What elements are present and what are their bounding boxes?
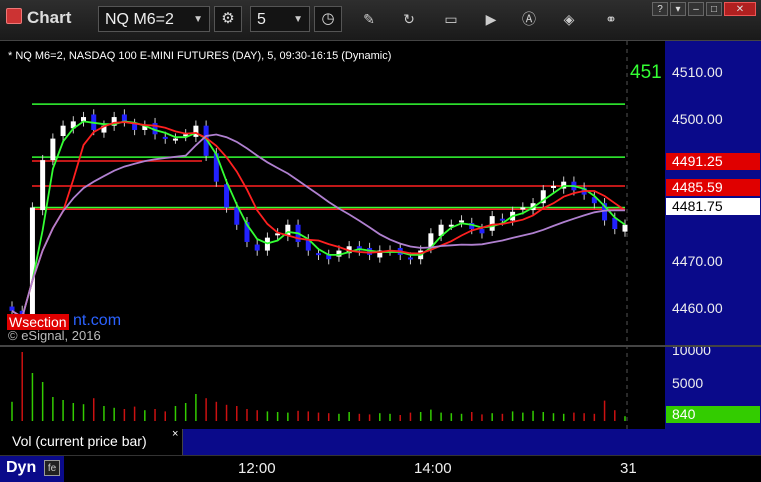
close-icon[interactable]: ✕ (724, 2, 756, 16)
help-icon[interactable]: ? (652, 2, 668, 16)
maximize-icon[interactable]: □ (706, 2, 722, 16)
price-tick-label: 4470.00 (672, 253, 723, 269)
candle-body (499, 218, 505, 221)
study-label: Vol (current price bar) (12, 433, 147, 449)
dynamic-mode[interactable]: Dyn fe (0, 456, 64, 482)
refresh-icon[interactable]: ↻ (398, 9, 420, 29)
ma-purple-line (11, 133, 625, 319)
candle-body (172, 138, 178, 141)
candle-body (254, 244, 260, 251)
study-bar: Vol (current price bar) × (0, 428, 665, 455)
candle-body (162, 136, 168, 139)
eraser-icon[interactable]: ◈ (558, 9, 580, 29)
symbol-selector[interactable]: NQ M6=2 ▼ (98, 6, 210, 32)
candle-body (193, 125, 199, 137)
clock-icon[interactable]: ◷ (314, 6, 342, 32)
settings-icon[interactable]: fe (44, 460, 60, 476)
chart-area[interactable] (0, 41, 665, 429)
time-axis[interactable]: Dyn fe 12:00 14:00 31 (0, 455, 761, 482)
minimize-icon[interactable]: – (688, 2, 704, 16)
candle-body (224, 184, 230, 208)
get-data-icon[interactable]: ▭ (440, 9, 462, 29)
interval-value: 5 (257, 11, 266, 28)
volume-tick-label: 5000 (672, 375, 704, 391)
price-chart[interactable] (0, 41, 665, 429)
candle-body (29, 207, 35, 322)
price-tick-label: 4500.00 (672, 111, 723, 127)
time-tick-label: 14:00 (414, 460, 452, 477)
price-tag-ma: 4491.25 (666, 153, 760, 170)
chevron-down-icon: ▼ (193, 14, 203, 25)
interval-settings-icon[interactable]: ⚙ (214, 6, 242, 32)
window-title: Chart (6, 8, 71, 28)
copyright-text: © eSignal, 2016 (8, 328, 101, 343)
candle-body (459, 220, 465, 223)
price-tag-ma: 4485.59 (666, 179, 760, 196)
price-tick-label: 4510.00 (672, 64, 723, 80)
price-tag-text: 4485.59 (672, 179, 723, 195)
ma-fast-line (11, 120, 626, 319)
candle-body (622, 224, 628, 232)
candle-body (40, 160, 46, 211)
volume-last-text: 840 (672, 406, 696, 422)
play-icon[interactable]: ▶ (480, 9, 502, 29)
pin-icon[interactable]: ▾ (670, 2, 686, 16)
candle-body (479, 229, 485, 234)
alert-icon[interactable]: Ⓐ (518, 9, 540, 29)
price-tag-text: 4491.25 (672, 153, 723, 169)
price-tag-text: 4481.75 (672, 198, 723, 214)
pencil-icon[interactable]: ✎ (358, 9, 380, 29)
symbol-value: NQ M6=2 (105, 11, 174, 28)
volume-last-tag: 840 (666, 406, 760, 423)
price-axis[interactable] (665, 41, 761, 455)
window-title-text: Chart (27, 8, 72, 27)
candle-body (550, 185, 556, 188)
dynamic-mode-label: Dyn (6, 459, 37, 476)
time-tick-label: 31 (620, 460, 637, 477)
candle-body (489, 216, 495, 231)
price-tag-last: 4481.75 (666, 198, 760, 215)
candle-body (9, 306, 15, 311)
candle-body (234, 207, 240, 225)
title-bar: Chart NQ M6=2 ▼ ⚙ 5 ▼ ◷ ✎ ↻ ▭ ▶ Ⓐ ◈ ⚭ ? … (0, 0, 761, 41)
level-label: 451 (630, 62, 662, 83)
close-icon[interactable]: × (172, 428, 178, 440)
price-tick-label: 4460.00 (672, 300, 723, 316)
candle-body (50, 138, 56, 161)
candle-body (132, 123, 138, 130)
link-icon[interactable]: ⚭ (600, 9, 622, 29)
candle-body (316, 253, 321, 256)
chart-description: * NQ M6=2, NASDAQ 100 E-MINI FUTURES (DA… (8, 50, 392, 62)
panel-divider[interactable] (0, 345, 761, 347)
candle-body (121, 114, 127, 122)
candle-body (60, 125, 66, 137)
time-tick-label: 12:00 (238, 460, 276, 477)
candle-body (520, 207, 526, 210)
ma-red-line (11, 121, 626, 319)
candle-body (407, 257, 413, 260)
chevron-down-icon: ▼ (293, 14, 303, 25)
interval-selector[interactable]: 5 ▼ (250, 6, 310, 32)
study-tab[interactable]: Vol (current price bar) × (0, 428, 183, 455)
chart-app-icon (6, 8, 22, 24)
